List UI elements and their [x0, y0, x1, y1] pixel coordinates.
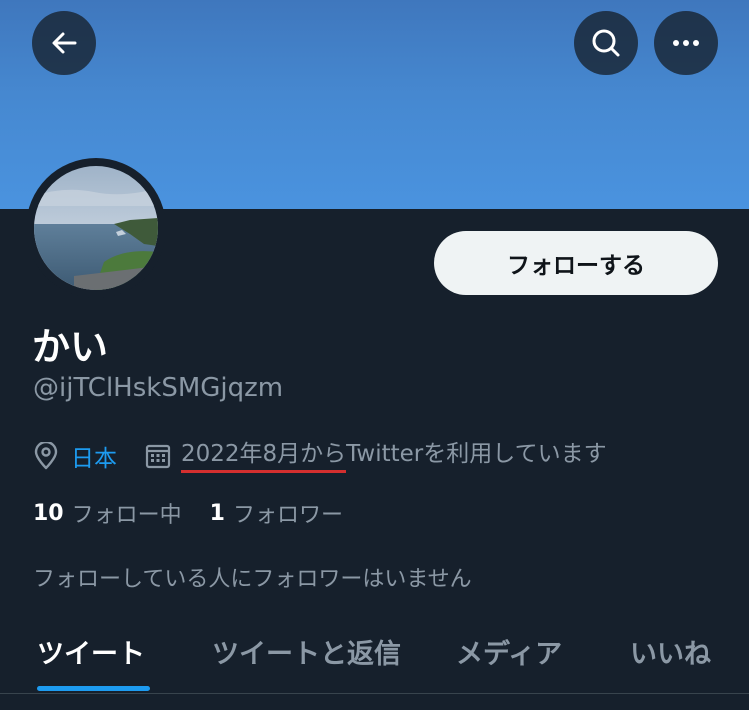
- avatar[interactable]: [26, 158, 166, 298]
- search-icon: [590, 27, 622, 59]
- follow-stats: 10 フォロー中 1 フォロワー: [33, 497, 343, 529]
- joined-date: 2022年8月から: [181, 440, 347, 473]
- followers-count: 1: [209, 500, 225, 526]
- calendar-icon: [145, 443, 171, 469]
- known-followers-text: フォローしている人にフォロワーはいません: [33, 567, 472, 592]
- handle: @ijTClHskSMGjqzm: [33, 373, 284, 403]
- followers-link[interactable]: 1 フォロワー: [210, 497, 343, 529]
- following-link[interactable]: 10 フォロー中: [33, 497, 182, 529]
- tab-tweets-and-replies[interactable]: ツイートと返信: [212, 632, 401, 671]
- tab-media[interactable]: メディア: [456, 632, 562, 671]
- tabs-divider: [0, 693, 749, 694]
- arrow-left-icon: [49, 28, 79, 58]
- location-pin-icon: [33, 442, 59, 470]
- tab-tweets[interactable]: ツイート: [37, 632, 145, 671]
- location-link[interactable]: 日本: [71, 439, 117, 473]
- search-button[interactable]: [574, 11, 638, 75]
- active-tab-indicator: [37, 686, 150, 691]
- follow-button[interactable]: フォローする: [434, 231, 718, 295]
- display-name: かい: [32, 325, 109, 369]
- more-options-button[interactable]: [654, 11, 718, 75]
- back-button[interactable]: [32, 11, 96, 75]
- profile-meta: 日本 2022年8月から Twitterを利用しています: [33, 438, 607, 474]
- followers-label: フォロワー: [232, 503, 343, 528]
- more-horizontal-icon: [671, 38, 701, 48]
- joined-text: Twitterを利用しています: [346, 440, 607, 467]
- profile-tabs: ツイート ツイートと返信 メディア いいね: [0, 620, 749, 693]
- tab-likes[interactable]: いいね: [630, 632, 711, 671]
- following-label: フォロー中: [71, 503, 182, 528]
- following-count: 10: [33, 500, 64, 526]
- avatar-image: [34, 166, 158, 290]
